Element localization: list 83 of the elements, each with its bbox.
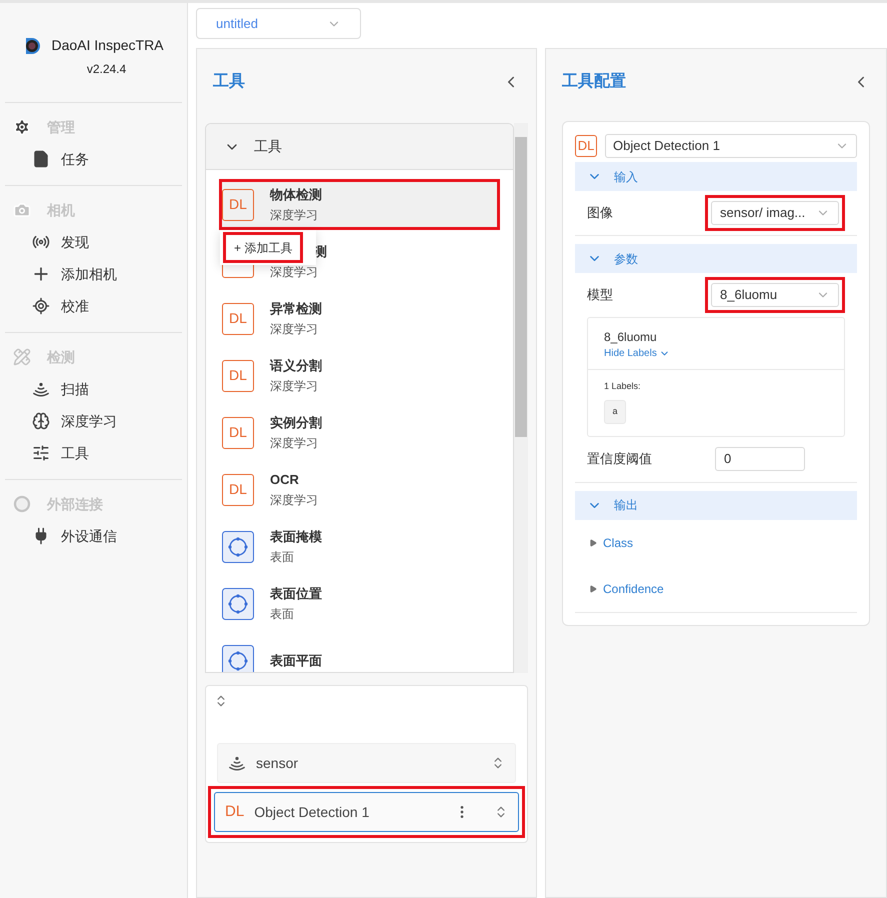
nav-item[interactable]: 添加相机 <box>5 258 182 290</box>
label-chip: a <box>604 400 626 424</box>
select-field[interactable]: 8_6luomu <box>711 283 839 307</box>
field-label: 置信度阈值 <box>587 450 653 468</box>
tool-category: 深度学习 <box>270 264 319 280</box>
globe-icon <box>13 495 31 513</box>
add-tool-item[interactable]: + 添加工具 <box>223 232 304 263</box>
tool-name: 表面掩模 <box>270 528 322 546</box>
group-header[interactable]: 工具 <box>206 124 513 170</box>
section-header[interactable]: 参数 <box>575 244 857 273</box>
output-item[interactable]: Class <box>575 520 857 566</box>
tool-item[interactable]: DL 异常检测 深度学习 <box>222 296 497 341</box>
tool-name: 实例分割 <box>270 414 322 432</box>
section-header[interactable]: 输出 <box>575 490 857 520</box>
scan-icon <box>32 380 50 398</box>
tool-category: 深度学习 <box>270 492 318 508</box>
tool-item[interactable]: 表面平面 <box>222 638 497 672</box>
crosshair-icon <box>32 297 50 315</box>
broadcast-icon <box>32 233 50 251</box>
dl-badge: DL <box>222 474 254 506</box>
tool-item[interactable]: DL OCR 深度学习 <box>222 467 497 512</box>
app-name: DaoAI InspecTRA <box>51 36 164 55</box>
nav-item[interactable]: 校准 <box>5 290 182 322</box>
tool-select[interactable]: Object Detection 1 <box>605 134 857 158</box>
tool-item[interactable]: 表面位置 表面 <box>222 581 497 626</box>
brain-icon <box>32 412 50 430</box>
file-icon <box>32 150 50 168</box>
surface-tool-icon <box>222 588 254 620</box>
scrollbar[interactable] <box>514 123 528 673</box>
tool-category: 表面 <box>270 548 295 566</box>
dl-badge: DL <box>222 188 254 220</box>
dl-badge: DL <box>575 135 597 157</box>
node-label: sensor <box>256 754 300 772</box>
settings-icon <box>13 118 31 136</box>
project-select[interactable]: untitled <box>196 8 361 39</box>
nav-item[interactable]: 工具 <box>5 437 182 469</box>
scan-icon <box>228 754 246 772</box>
model-name: 8_6luomu <box>604 329 658 346</box>
expand-icon <box>589 584 597 594</box>
tool-name: OCR <box>270 470 300 488</box>
tool-item[interactable]: DL 语义分割 深度学习 <box>222 353 497 398</box>
nav-item[interactable]: 深度学习 <box>5 405 182 437</box>
tool-item[interactable]: DL 实例分割 深度学习 <box>222 410 497 455</box>
pipeline-node[interactable]: sensor <box>217 743 516 783</box>
node-label: Object Detection 1 <box>254 802 370 822</box>
dl-badge: DL <box>222 416 254 448</box>
expand-icon <box>589 538 597 548</box>
camera-icon <box>13 201 31 219</box>
tool-category: 深度学习 <box>270 206 319 224</box>
sliders-icon <box>32 444 50 462</box>
labels-count: 1 Labels: <box>604 380 642 393</box>
tool-name: 异常检测 <box>270 300 322 318</box>
tool-category: 表面 <box>270 606 295 622</box>
pipeline-node[interactable]: DL Object Detection 1 <box>214 792 519 832</box>
nav-item[interactable]: 发现 <box>5 226 182 258</box>
pencil-ruler-icon <box>13 348 31 366</box>
tool-name: 表面平面 <box>270 652 322 670</box>
tool-category: 深度学习 <box>270 434 319 452</box>
section-header[interactable]: 输入 <box>575 162 857 191</box>
dl-badge: DL <box>222 360 254 392</box>
panel-title: 工具 <box>213 72 245 92</box>
tool-category: 深度学习 <box>270 320 319 338</box>
tool-item[interactable]: 表面掩模 表面 <box>222 524 497 569</box>
panel-title: 工具配置 <box>562 72 626 92</box>
tool-name: 物体检测 <box>270 186 322 204</box>
field-label: 模型 <box>587 286 613 304</box>
app-version: v2.24.4 <box>86 61 126 78</box>
nav-item[interactable]: 扫描 <box>5 373 182 405</box>
surface-tool-icon <box>222 530 254 562</box>
dl-label: DL <box>225 802 244 822</box>
tool-name: 语义分割 <box>270 356 322 374</box>
field-label: 图像 <box>587 204 613 222</box>
nav-item[interactable]: 外设通信 <box>5 520 182 552</box>
tool-item[interactable]: DL 物体检测 深度学习 <box>222 182 497 227</box>
tool-name: 表面位置 <box>270 584 322 602</box>
threshold-input[interactable]: 0 <box>715 447 805 471</box>
surface-tool-icon <box>222 644 254 672</box>
hide-labels-link[interactable]: Hide Labels <box>604 346 670 361</box>
select-field[interactable]: sensor/ imag... <box>711 201 839 225</box>
nav-item[interactable]: 任务 <box>5 143 182 175</box>
output-item[interactable]: Confidence <box>575 566 857 612</box>
tool-category: 深度学习 <box>270 378 319 394</box>
dl-badge: DL <box>222 302 254 334</box>
